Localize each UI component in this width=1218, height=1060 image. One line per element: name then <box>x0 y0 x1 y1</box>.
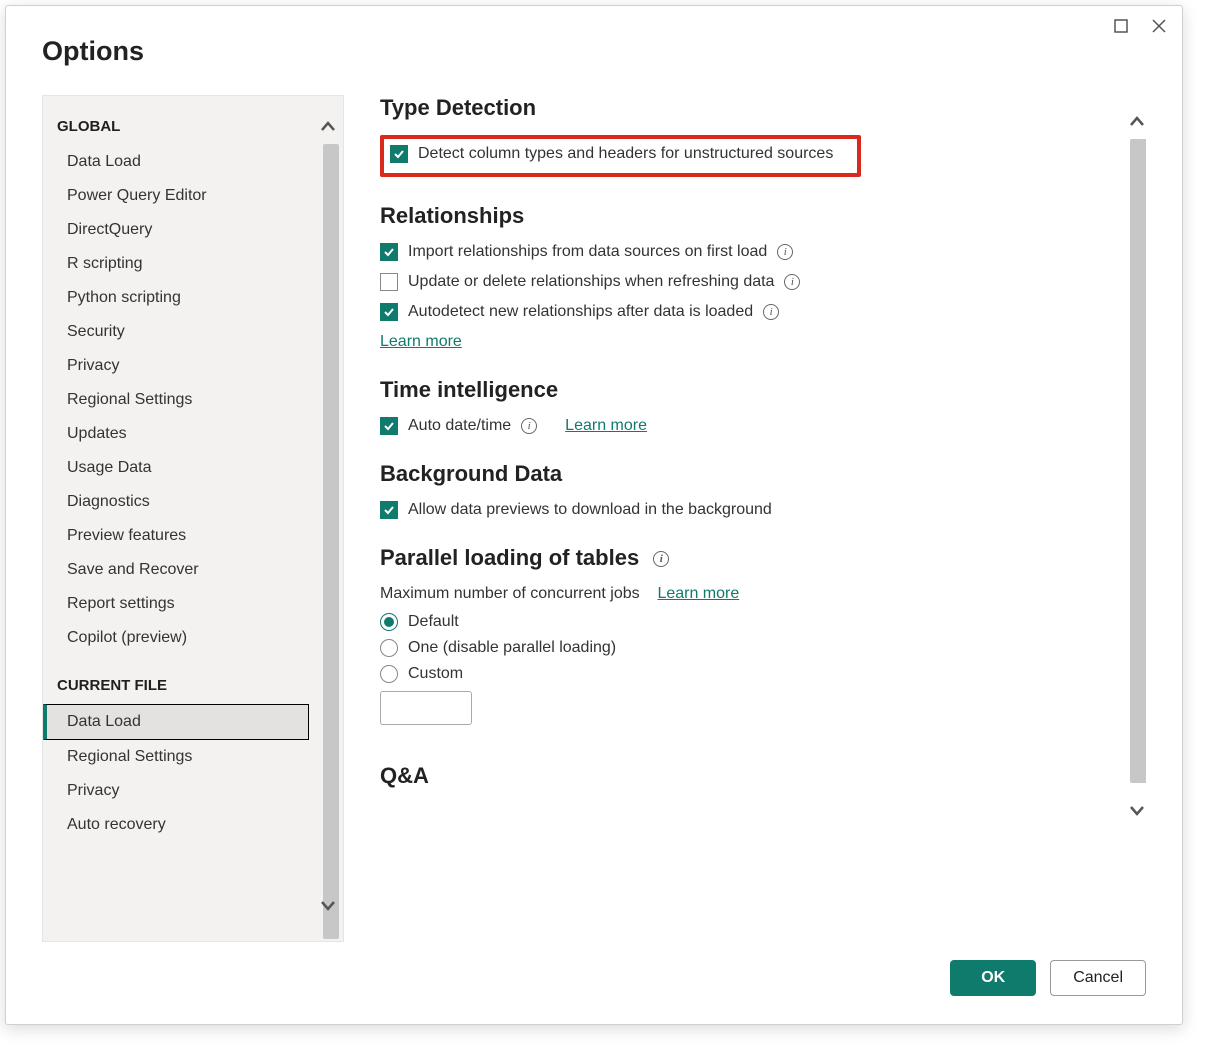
maximize-button[interactable] <box>1102 10 1140 42</box>
sidebar-item-regional-settings[interactable]: Regional Settings <box>43 383 343 417</box>
sidebar-item-cf-data-load[interactable]: Data Load <box>43 704 309 740</box>
label-parallel-one: One (disable parallel loading) <box>408 639 616 657</box>
check-icon <box>393 148 405 160</box>
input-parallel-custom-value[interactable] <box>380 691 472 725</box>
sidebar-item-report-settings[interactable]: Report settings <box>43 587 343 621</box>
sidebar-item-directquery[interactable]: DirectQuery <box>43 213 343 247</box>
sidebar: GLOBAL Data Load Power Query Editor Dire… <box>42 95 344 942</box>
sidebar-item-copilot-preview[interactable]: Copilot (preview) <box>43 621 343 655</box>
link-time-intel-learn-more[interactable]: Learn more <box>565 417 647 435</box>
checkbox-import-relationships[interactable] <box>380 243 398 261</box>
check-icon <box>383 504 395 516</box>
chevron-up-icon <box>319 118 337 136</box>
sidebar-item-cf-auto-recovery[interactable]: Auto recovery <box>43 808 343 842</box>
sidebar-scrollbar[interactable] <box>323 144 339 939</box>
info-icon[interactable] <box>763 304 779 320</box>
label-detect-column-types: Detect column types and headers for unst… <box>418 145 833 163</box>
sidebar-item-cf-regional-settings[interactable]: Regional Settings <box>43 740 343 774</box>
group-header-current-file: CURRENT FILE <box>43 673 343 704</box>
sidebar-item-security[interactable]: Security <box>43 315 343 349</box>
sidebar-item-updates[interactable]: Updates <box>43 417 343 451</box>
close-icon <box>1152 19 1166 33</box>
checkbox-autodetect-relationships[interactable] <box>380 303 398 321</box>
cancel-button[interactable]: Cancel <box>1050 960 1146 996</box>
options-dialog: Options GLOBAL Data Load Power Query Edi… <box>5 5 1183 1025</box>
info-icon[interactable] <box>653 551 669 567</box>
checkbox-background-data[interactable] <box>380 501 398 519</box>
link-relationships-learn-more[interactable]: Learn more <box>380 333 462 351</box>
sidebar-item-diagnostics[interactable]: Diagnostics <box>43 485 343 519</box>
main-scrollbar[interactable] <box>1130 139 1146 783</box>
highlight-type-detection: Detect column types and headers for unst… <box>380 135 861 177</box>
sidebar-item-usage-data[interactable]: Usage Data <box>43 451 343 485</box>
main-scroll-down[interactable] <box>1128 801 1146 824</box>
heading-type-detection: Type Detection <box>380 95 1118 121</box>
sidebar-scroll-up[interactable] <box>319 118 337 141</box>
check-icon <box>383 420 395 432</box>
label-max-concurrent-jobs: Maximum number of concurrent jobs <box>380 585 640 602</box>
chevron-down-icon <box>1128 801 1146 819</box>
radio-parallel-default[interactable] <box>380 613 398 631</box>
label-auto-date-time: Auto date/time <box>408 417 511 435</box>
check-icon <box>383 306 395 318</box>
heading-parallel-loading-text: Parallel loading of tables <box>380 545 639 570</box>
info-icon[interactable] <box>521 418 537 434</box>
heading-parallel-loading: Parallel loading of tables <box>380 545 1118 571</box>
sidebar-item-cf-privacy[interactable]: Privacy <box>43 774 343 808</box>
main-scroll-up[interactable] <box>1128 113 1146 136</box>
content-row: GLOBAL Data Load Power Query Editor Dire… <box>42 95 1146 942</box>
checkbox-auto-date-time[interactable] <box>380 417 398 435</box>
sidebar-item-privacy[interactable]: Privacy <box>43 349 343 383</box>
label-parallel-default: Default <box>408 613 459 631</box>
sidebar-scroll-down[interactable] <box>319 896 337 919</box>
heading-background-data: Background Data <box>380 461 1118 487</box>
label-autodetect-relationships: Autodetect new relationships after data … <box>408 303 753 321</box>
sidebar-scroll: GLOBAL Data Load Power Query Editor Dire… <box>43 114 343 941</box>
sidebar-item-preview-features[interactable]: Preview features <box>43 519 343 553</box>
checkbox-update-delete-relationships[interactable] <box>380 273 398 291</box>
close-button[interactable] <box>1140 10 1178 42</box>
main-scroll: Type Detection Detect column types and h… <box>380 95 1118 942</box>
label-background-data: Allow data previews to download in the b… <box>408 501 772 519</box>
sidebar-item-python-scripting[interactable]: Python scripting <box>43 281 343 315</box>
ok-button[interactable]: OK <box>950 960 1036 996</box>
heading-relationships: Relationships <box>380 203 1118 229</box>
link-parallel-learn-more[interactable]: Learn more <box>657 585 739 602</box>
label-parallel-custom: Custom <box>408 665 463 683</box>
sidebar-item-power-query-editor[interactable]: Power Query Editor <box>43 179 343 213</box>
sidebar-item-save-and-recover[interactable]: Save and Recover <box>43 553 343 587</box>
heading-time-intelligence: Time intelligence <box>380 377 1118 403</box>
checkbox-detect-column-types[interactable] <box>390 145 408 163</box>
info-icon[interactable] <box>777 244 793 260</box>
check-icon <box>383 246 395 258</box>
sidebar-item-global-data-load[interactable]: Data Load <box>43 145 343 179</box>
info-icon[interactable] <box>784 274 800 290</box>
label-import-relationships: Import relationships from data sources o… <box>408 243 767 261</box>
group-header-global: GLOBAL <box>43 114 343 145</box>
main-panel: Type Detection Detect column types and h… <box>380 95 1146 942</box>
dialog-footer: OK Cancel <box>42 960 1146 996</box>
dialog-title: Options <box>42 36 1146 67</box>
maximize-icon <box>1114 19 1128 33</box>
sidebar-item-r-scripting[interactable]: R scripting <box>43 247 343 281</box>
radio-parallel-one[interactable] <box>380 639 398 657</box>
chevron-down-icon <box>319 896 337 914</box>
window-titlebar <box>1102 10 1178 42</box>
chevron-up-icon <box>1128 113 1146 131</box>
heading-qa: Q&A <box>380 763 1118 789</box>
radio-parallel-custom[interactable] <box>380 665 398 683</box>
label-update-delete-relationships: Update or delete relationships when refr… <box>408 273 774 291</box>
